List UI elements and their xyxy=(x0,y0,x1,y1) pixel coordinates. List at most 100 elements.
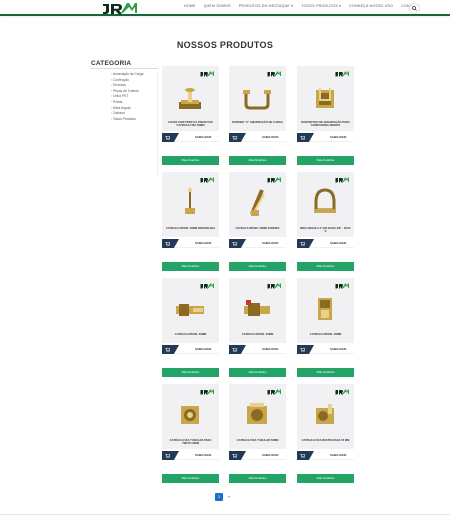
mais-detalhes-button[interactable]: Mais Detalhes xyxy=(162,368,219,377)
product-name[interactable]: CATRACA MÓVEL 50MM xyxy=(162,333,219,336)
add-to-cart-button[interactable] xyxy=(162,239,179,248)
product-photo[interactable]: MEIA ARGOLA 5' SOLDADA 3/8" - 3/8 D' S xyxy=(297,172,354,237)
product-name[interactable]: CATRACA MÓVEL 50MM REFORÇADA xyxy=(162,227,219,230)
search-button[interactable] xyxy=(409,3,420,14)
product-name[interactable]: CATRACA FIXA DESTRAVADA 35 MM xyxy=(297,439,354,442)
product-photo[interactable]: CATRACA FIXA DESTRAVADA 35 MM xyxy=(297,384,354,449)
add-to-cart-button[interactable] xyxy=(297,451,314,460)
cart-icon xyxy=(165,241,170,246)
mais-detalhes-button[interactable]: Mais Detalhes xyxy=(162,474,219,483)
saiba-mais-link[interactable]: SAIBA MAIS xyxy=(195,347,211,351)
product-card[interactable]: DISPOSITIVO DE AMARRAÇÃO PARA CARROCERIA… xyxy=(297,66,354,167)
add-to-cart-button[interactable] xyxy=(229,345,246,354)
add-to-cart-button[interactable] xyxy=(162,345,179,354)
product-image xyxy=(250,189,265,216)
add-to-cart-button[interactable] xyxy=(297,345,314,354)
cart-icon xyxy=(300,347,305,352)
mais-detalhes-button[interactable]: Mais Detalhes xyxy=(162,262,219,271)
product-card[interactable]: CATRACA FIXA TUBULAR PARA TRETA 50MM SAI… xyxy=(162,384,219,485)
saiba-mais-link[interactable]: SAIBA MAIS xyxy=(330,453,346,457)
product-name[interactable]: CATRACA FIXA TUBULAR PARA TRETA 50MM xyxy=(162,439,219,445)
cart-icon xyxy=(232,453,237,458)
add-to-cart-button[interactable] xyxy=(297,239,314,248)
product-image xyxy=(318,298,332,320)
brand-logo-icon xyxy=(200,283,214,289)
add-to-cart-button[interactable] xyxy=(229,451,246,460)
product-card[interactable]: CATRACA MÓVEL 50MM VAREIRA SAIBA MAIS Ma… xyxy=(229,172,286,273)
nav-quem-somos[interactable]: QUEM SOMOS xyxy=(204,4,231,8)
product-card[interactable]: CATRACA MÓVEL 50MM SAIBA MAIS Mais Detal… xyxy=(162,278,219,379)
add-to-cart-button[interactable] xyxy=(162,133,179,142)
saiba-mais-link[interactable]: SAIBA MAIS xyxy=(195,453,211,457)
saiba-mais-link[interactable]: SAIBA MAIS xyxy=(262,135,278,139)
product-photo[interactable]: CATRACA FIXA TUBULAR 50MM xyxy=(229,384,286,449)
saiba-mais-link[interactable]: SAIBA MAIS xyxy=(330,241,346,245)
mais-detalhes-button[interactable]: Mais Detalhes xyxy=(297,156,354,165)
cart-bar: SAIBA MAIS xyxy=(229,133,286,142)
product-card[interactable]: ESTRIBO "U" AMARRAÇÃO DE CARGA SAIBA MAI… xyxy=(229,66,286,167)
product-card[interactable]: CHAPA COM PORCA E PARAFUSO CATRACA FIXA … xyxy=(162,66,219,167)
cart-icon xyxy=(232,135,237,140)
nav-todos-produtos[interactable]: TODOS PRODUTOS ▾ xyxy=(301,4,341,8)
category-list: Amarração de Carga Confecção Diversos Pe… xyxy=(91,72,158,177)
mais-detalhes-button[interactable]: Mais Detalhes xyxy=(229,156,286,165)
product-image xyxy=(185,188,195,214)
nav-conheca[interactable]: CONHEÇA NOSSO USO xyxy=(349,4,393,8)
saiba-mais-link[interactable]: SAIBA MAIS xyxy=(195,241,211,245)
cart-icon xyxy=(165,135,170,140)
product-card[interactable]: CATRACA FIXA DESTRAVADA 35 MM SAIBA MAIS… xyxy=(297,384,354,485)
product-card[interactable]: CATRACA MÓVEL 50MM REFORÇADA SAIBA MAIS … xyxy=(162,172,219,273)
mais-detalhes-button[interactable]: Mais Detalhes xyxy=(297,368,354,377)
product-photo[interactable]: CATRACA MÓVEL 50MM REFORÇADA xyxy=(162,172,219,237)
add-to-cart-button[interactable] xyxy=(229,133,246,142)
product-name[interactable]: CATRACA MÓVEL 25MM xyxy=(297,333,354,336)
cart-bar: SAIBA MAIS xyxy=(297,239,354,248)
add-to-cart-button[interactable] xyxy=(297,133,314,142)
mais-detalhes-button[interactable]: Mais Detalhes xyxy=(229,474,286,483)
next-page-button[interactable]: » xyxy=(225,493,233,501)
product-name[interactable]: DISPOSITIVO DE AMARRAÇÃO PARA CARROCERIA… xyxy=(297,121,354,127)
product-name[interactable]: MEIA ARGOLA 5' SOLDADA 3/8" - 3/8 D' S xyxy=(297,227,354,233)
product-name[interactable]: ESTRIBO "U" AMARRAÇÃO DE CARGA xyxy=(229,121,286,124)
mais-detalhes-button[interactable]: Mais Detalhes xyxy=(229,262,286,271)
product-photo[interactable]: CATRACA MÓVEL 50MM VAREIRA xyxy=(229,172,286,237)
saiba-mais-link[interactable]: SAIBA MAIS xyxy=(195,135,211,139)
saiba-mais-link[interactable]: SAIBA MAIS xyxy=(330,347,346,351)
category-item[interactable]: Todos Produtos xyxy=(111,117,157,123)
brand-logo-icon xyxy=(200,177,214,183)
product-photo[interactable]: CATRACA MÓVEL 50MM xyxy=(162,278,219,343)
product-photo[interactable]: ESTRIBO "U" AMARRAÇÃO DE CARGA xyxy=(229,66,286,131)
search-icon xyxy=(412,6,417,11)
nav-home[interactable]: HOME xyxy=(184,4,196,8)
product-image xyxy=(179,88,201,109)
product-name[interactable]: CHAPA COM PORCA E PARAFUSO CATRACA FIXA … xyxy=(162,121,219,127)
product-photo[interactable]: CATRACA MÓVEL 35MM xyxy=(229,278,286,343)
category-sidebar: CATEGORIA Amarração de Carga Confecção D… xyxy=(91,60,158,177)
product-name[interactable]: CATRACA MÓVEL 35MM xyxy=(229,333,286,336)
add-to-cart-button[interactable] xyxy=(229,239,246,248)
product-card[interactable]: CATRACA MÓVEL 35MM SAIBA MAIS Mais Detal… xyxy=(229,278,286,379)
product-photo[interactable]: CATRACA FIXA TUBULAR PARA TRETA 50MM xyxy=(162,384,219,449)
product-photo[interactable]: CHAPA COM PORCA E PARAFUSO CATRACA FIXA … xyxy=(162,66,219,131)
product-name[interactable]: CATRACA MÓVEL 50MM VAREIRA xyxy=(229,227,286,230)
product-photo[interactable]: DISPOSITIVO DE AMARRAÇÃO PARA CARROCERIA… xyxy=(297,66,354,131)
product-card[interactable]: MEIA ARGOLA 5' SOLDADA 3/8" - 3/8 D' S S… xyxy=(297,172,354,273)
product-photo[interactable]: CATRACA MÓVEL 25MM xyxy=(297,278,354,343)
add-to-cart-button[interactable] xyxy=(162,451,179,460)
nav-produtos-destaque[interactable]: PRODUTOS EM DESTAQUE ▾ xyxy=(239,4,293,8)
product-card[interactable]: CATRACA FIXA TUBULAR 50MM SAIBA MAIS Mai… xyxy=(229,384,286,485)
saiba-mais-link[interactable]: SAIBA MAIS xyxy=(262,347,278,351)
mais-detalhes-button[interactable]: Mais Detalhes xyxy=(297,262,354,271)
mais-detalhes-button[interactable]: Mais Detalhes xyxy=(297,474,354,483)
page-1-button[interactable]: 1 xyxy=(215,493,223,501)
brand-logo-icon xyxy=(267,71,281,77)
saiba-mais-link[interactable]: SAIBA MAIS xyxy=(262,241,278,245)
saiba-mais-link[interactable]: SAIBA MAIS xyxy=(330,135,346,139)
product-card[interactable]: CATRACA MÓVEL 25MM SAIBA MAIS Mais Detal… xyxy=(297,278,354,379)
logo[interactable] xyxy=(100,1,138,15)
product-name[interactable]: CATRACA FIXA TUBULAR 50MM xyxy=(229,439,286,442)
mais-detalhes-button[interactable]: Mais Detalhes xyxy=(229,368,286,377)
page-title: NOSSOS PRODUTOS xyxy=(176,40,274,50)
saiba-mais-link[interactable]: SAIBA MAIS xyxy=(262,453,278,457)
mais-detalhes-button[interactable]: Mais Detalhes xyxy=(162,156,219,165)
